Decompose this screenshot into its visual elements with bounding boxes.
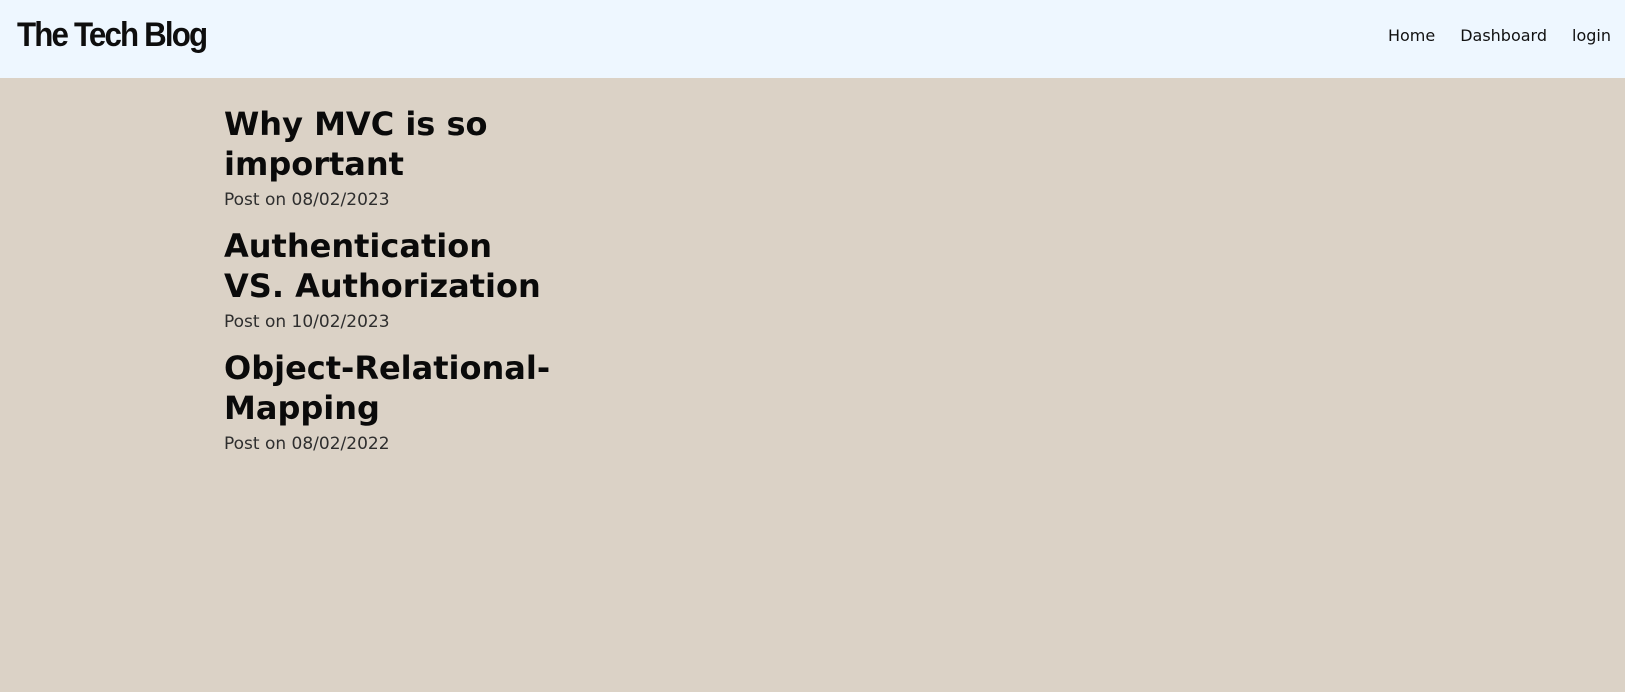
post-item: Object-Relational-Mapping Post on 08/02/… <box>224 348 664 456</box>
post-title-link[interactable]: Authentication VS. Authorization <box>224 226 554 306</box>
site-logo-link[interactable]: The Tech Blog <box>17 16 208 55</box>
post-date: Post on 08/02/2023 <box>224 190 390 210</box>
post-list: Why MVC is so important Post on 08/02/20… <box>224 104 664 456</box>
post-date: Post on 10/02/2023 <box>224 312 390 332</box>
post-item: Authentication VS. Authorization Post on… <box>224 226 664 334</box>
nav-link-home[interactable]: Home <box>1388 26 1435 45</box>
nav-link-login[interactable]: login <box>1572 26 1611 45</box>
post-item: Why MVC is so important Post on 08/02/20… <box>224 104 664 212</box>
top-navbar: The Tech Blog Home Dashboard login <box>0 0 1625 78</box>
post-title-link[interactable]: Object-Relational-Mapping <box>224 348 664 428</box>
post-date: Post on 08/02/2022 <box>224 434 390 454</box>
post-title-link[interactable]: Why MVC is so important <box>224 104 664 184</box>
nav-link-dashboard[interactable]: Dashboard <box>1460 26 1547 45</box>
nav-links: Home Dashboard login <box>1388 26 1611 45</box>
